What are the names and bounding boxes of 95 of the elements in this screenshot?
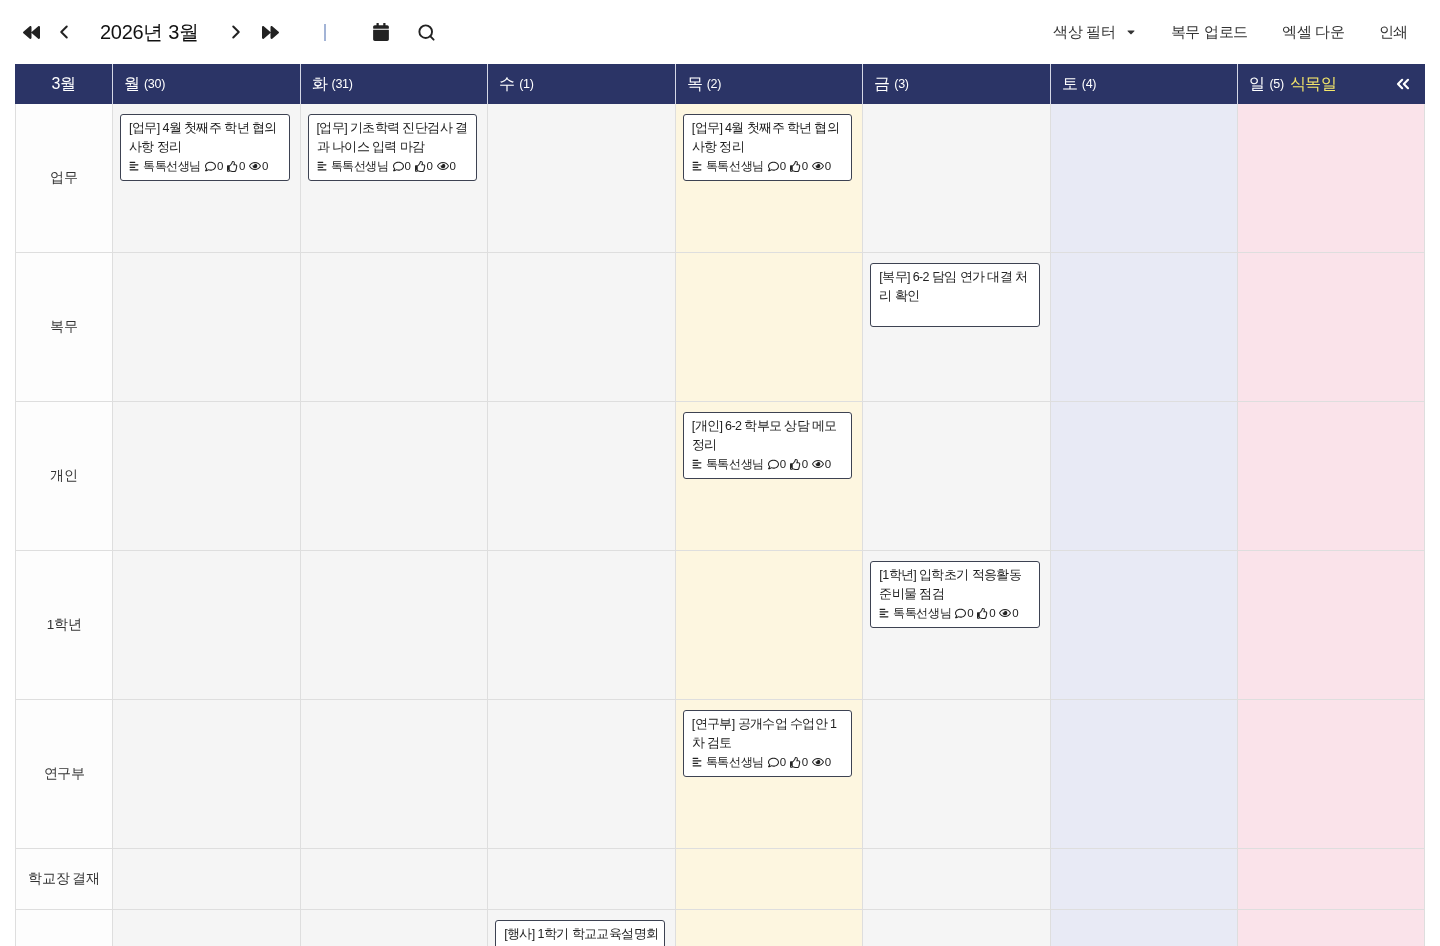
speech-bubble-icon	[392, 160, 404, 172]
comment-count: 0	[779, 159, 786, 174]
rewind-icon	[22, 23, 40, 41]
speech-bubble-icon	[205, 160, 216, 172]
author-name: 톡톡선생님	[705, 755, 764, 770]
date-label: (3)	[894, 77, 909, 91]
date-label: (5)	[1269, 77, 1284, 91]
event-card[interactable]: [업무] 4월 첫째주 학년 협의 사항 정리 톡톡선생님 0 0 0	[682, 114, 853, 181]
event-title: [연구부] 공개수업 수업안 1차 검토	[691, 716, 838, 752]
like-count: 0	[989, 606, 996, 621]
view-count: 0	[824, 159, 831, 174]
weekday-label: 금	[874, 73, 891, 94]
event-card[interactable]: [개인] 6-2 학부모 상담 메모 정리 톡톡선생님 0 0 0	[682, 412, 853, 479]
author-name: 톡톡선생님	[893, 606, 952, 621]
lines-icon	[691, 161, 702, 171]
month-label: 3월	[50, 73, 77, 94]
view-count: 0	[449, 159, 456, 174]
month-title: 2026년 3월	[100, 19, 200, 45]
weekday-label: 수	[499, 73, 516, 94]
menu-button[interactable]: 인쇄	[1361, 14, 1425, 50]
like-count: 0	[801, 755, 808, 770]
calendar-icon	[372, 23, 390, 41]
lines-icon	[316, 161, 327, 171]
date-label: (31)	[331, 77, 353, 91]
event-title: [행사] 1학기 학교교육설명회	[504, 926, 660, 943]
view-count: 0	[824, 755, 831, 770]
eye-icon	[999, 607, 1012, 619]
speech-bubble-icon	[767, 458, 779, 470]
author-name: 톡톡선생님	[705, 159, 764, 174]
thumbs-up-icon	[227, 160, 238, 172]
eye-icon	[811, 458, 824, 470]
like-count: 0	[426, 159, 433, 174]
event-title: [업무] 4월 첫째주 학년 협의 사항 정리	[129, 120, 278, 156]
eye-icon	[436, 160, 449, 172]
like-count: 0	[801, 457, 808, 472]
event-title: [업무] 4월 첫째주 학년 협의 사항 정리	[691, 120, 841, 156]
view-count: 0	[1012, 606, 1019, 621]
speech-bubble-icon	[767, 756, 779, 768]
filter-dropdown[interactable]: 색상 필터	[1035, 14, 1154, 50]
category-label: 개인	[50, 467, 78, 485]
event-card[interactable]: [1학년] 입학초기 적응활동 준비물 점검 톡톡선생님 0 0 0	[870, 561, 1040, 628]
holiday-label: 식목일	[1289, 73, 1336, 94]
eye-icon	[811, 756, 824, 768]
category-label: 업무	[50, 169, 78, 187]
event-title: [개인] 6-2 학부모 상담 메모 정리	[691, 418, 838, 454]
fast-forward-icon	[261, 23, 279, 41]
menu-button[interactable]: 엑셀 다운	[1264, 14, 1362, 50]
event-card[interactable]: [행사] 1학기 학교교육설명회	[495, 920, 665, 946]
lines-icon	[879, 608, 890, 618]
thumbs-up-icon	[414, 160, 426, 172]
speech-bubble-icon	[955, 607, 967, 619]
comment-count: 0	[779, 755, 786, 770]
eye-icon	[249, 160, 261, 172]
date-label: (2)	[706, 77, 722, 91]
comment-count: 0	[967, 606, 974, 621]
menu-button[interactable]: 복무 업로드	[1153, 14, 1265, 50]
weekday-label: 목	[686, 73, 703, 94]
date-label: (30)	[144, 77, 166, 91]
date-label: (1)	[519, 77, 534, 91]
event-card[interactable]: [복무] 6-2 담임 연가 대결 처리 확인	[870, 263, 1040, 327]
thumbs-up-icon	[789, 756, 801, 768]
weekday-label: 화	[311, 73, 328, 94]
category-label: 학교장 결재	[28, 870, 100, 888]
date-label: (4)	[1081, 77, 1097, 91]
view-count: 0	[262, 159, 268, 174]
weekday-label: 일	[1249, 73, 1266, 94]
comment-count: 0	[404, 159, 411, 174]
category-label: 1학년	[46, 616, 82, 634]
lines-icon	[691, 459, 702, 469]
weekday-label: 월	[124, 73, 140, 94]
author-name: 톡톡선생님	[330, 159, 389, 174]
category-label: 복무	[50, 318, 78, 336]
category-label: 연구부	[43, 765, 85, 783]
search-icon	[416, 22, 436, 42]
like-count: 0	[801, 159, 808, 174]
comment-count: 0	[217, 159, 223, 174]
comment-count: 0	[779, 457, 786, 472]
lines-icon	[691, 757, 702, 767]
like-count: 0	[239, 159, 245, 174]
author-name: 톡톡선생님	[705, 457, 764, 472]
thumbs-up-icon	[789, 160, 801, 172]
thumbs-up-icon	[977, 607, 989, 619]
speech-bubble-icon	[767, 160, 779, 172]
event-card[interactable]: [연구부] 공개수업 수업안 1차 검토 톡톡선생님 0 0 0	[682, 710, 853, 777]
event-card[interactable]: [업무] 4월 첫째주 학년 협의 사항 정리 톡톡선생님 0 0 0	[120, 114, 290, 181]
author-name: 톡톡선생님	[143, 159, 201, 174]
event-card[interactable]: [업무] 기초학력 진단검사 결과 나이스 입력 마감 톡톡선생님 0 0 0	[307, 114, 478, 181]
event-title: [복무] 6-2 담임 연가 대결 처리 확인	[879, 269, 1029, 305]
event-title: [업무] 기초학력 진단검사 결과 나이스 입력 마감	[316, 120, 469, 156]
weekday-label: 토	[1061, 73, 1078, 94]
event-title: [1학년] 입학초기 적응활동 준비물 점검	[879, 567, 1023, 603]
view-count: 0	[824, 457, 831, 472]
eye-icon	[811, 160, 824, 172]
thumbs-up-icon	[789, 458, 801, 470]
lines-icon	[129, 161, 139, 171]
